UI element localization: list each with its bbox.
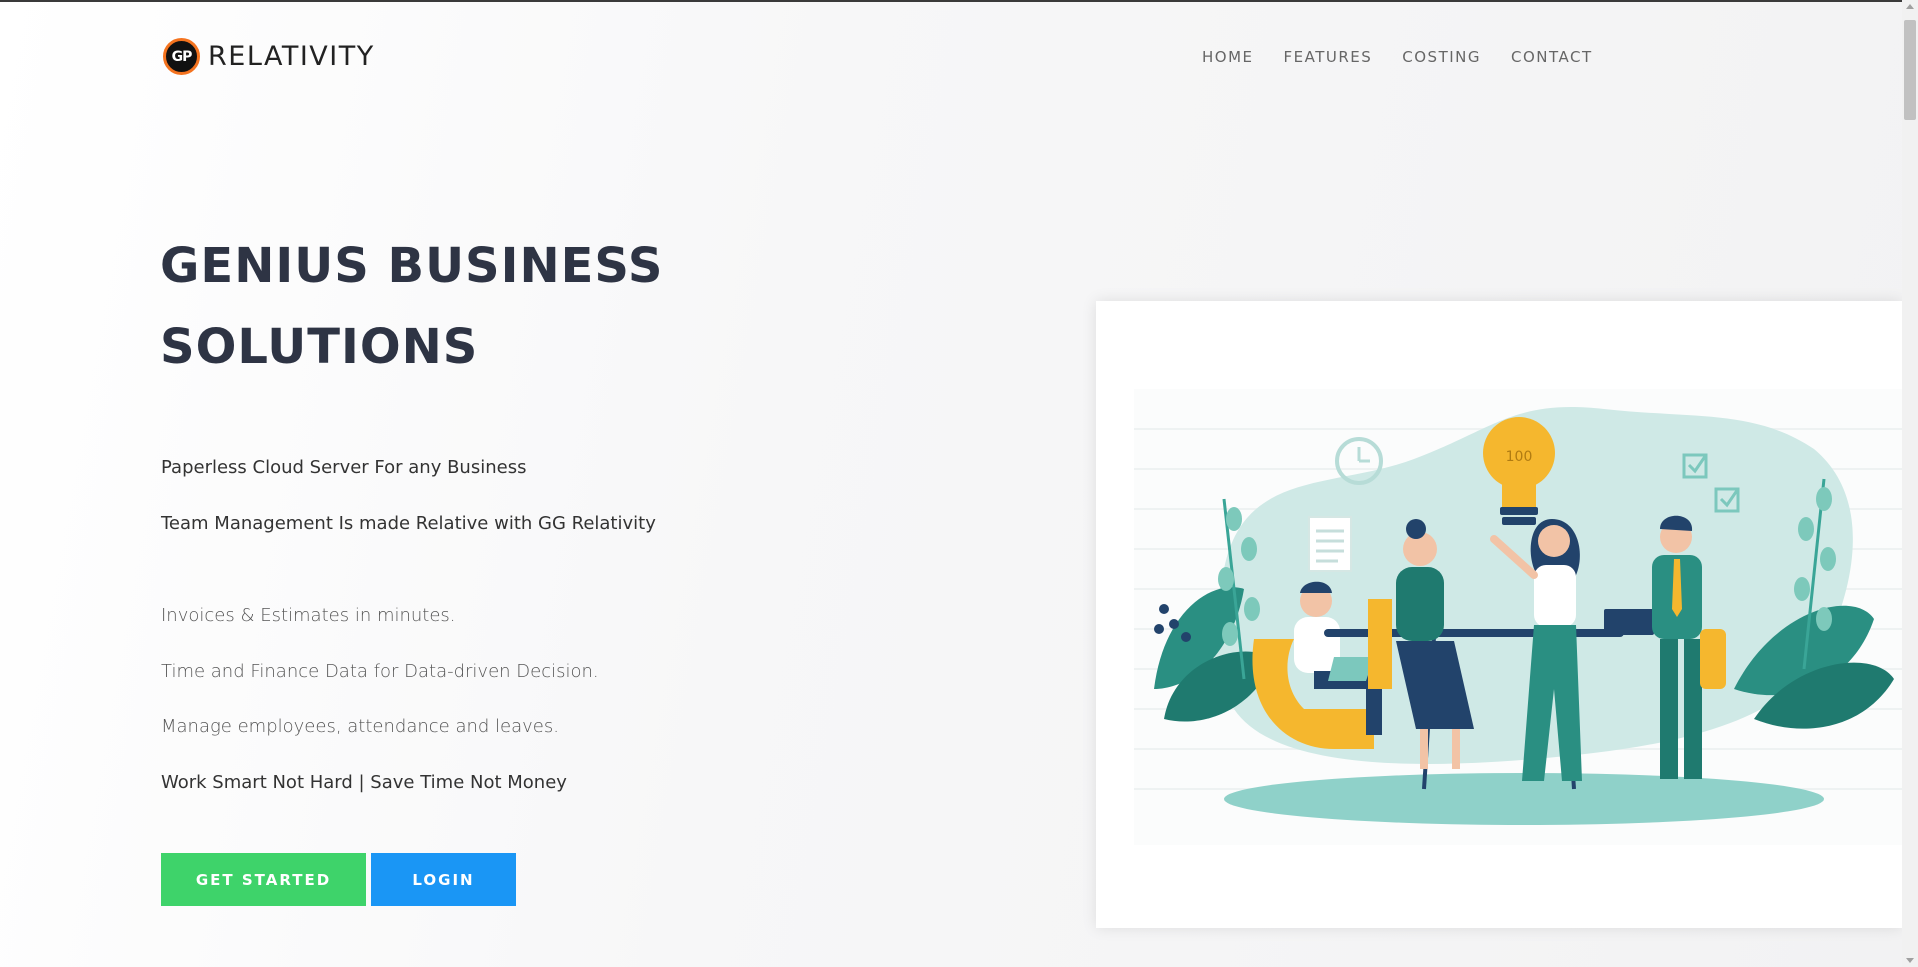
nav-home[interactable]: HOME [1202,48,1254,66]
feature-finance-data: Time and Finance Data for Data-driven De… [161,661,599,682]
scroll-down-arrow-icon[interactable] [1906,958,1914,963]
nav-contact[interactable]: CONTACT [1511,48,1593,66]
feature-invoices: Invoices & Estimates in minutes. [161,605,456,626]
window-top-border [0,0,1918,2]
team-meeting-illustration: 100 [1134,389,1902,845]
brand-name: RELATIVITY [208,41,375,72]
login-button[interactable]: LOGIN [371,853,516,906]
main-nav: HOME FEATURES COSTING CONTACT [1202,48,1623,66]
hero-buttons: GET STARTED LOGIN [161,853,516,906]
hero-image-card: 100 [1096,301,1902,928]
hero-tagline: Work Smart Not Hard | Save Time Not Mone… [161,772,567,793]
scrollbar-thumb[interactable] [1904,20,1916,120]
brand-logo[interactable]: GP RELATIVITY [163,38,375,75]
nav-features[interactable]: FEATURES [1284,48,1373,66]
hero-lead-cloud: Paperless Cloud Server For any Business [161,457,527,478]
hero-title: GENIUS BUSINESS SOLUTIONS [160,238,664,375]
nav-costing[interactable]: COSTING [1402,48,1481,66]
logo-mark-icon: GP [163,38,200,75]
feature-employees: Manage employees, attendance and leaves. [161,716,559,737]
scroll-up-arrow-icon[interactable] [1906,4,1914,9]
document-icon [1308,516,1352,572]
page-scrollbar[interactable] [1902,0,1918,967]
svg-text:100: 100 [1506,449,1533,465]
hero-lead-team: Team Management Is made Relative with GG… [161,513,656,534]
get-started-button[interactable]: GET STARTED [161,853,366,906]
